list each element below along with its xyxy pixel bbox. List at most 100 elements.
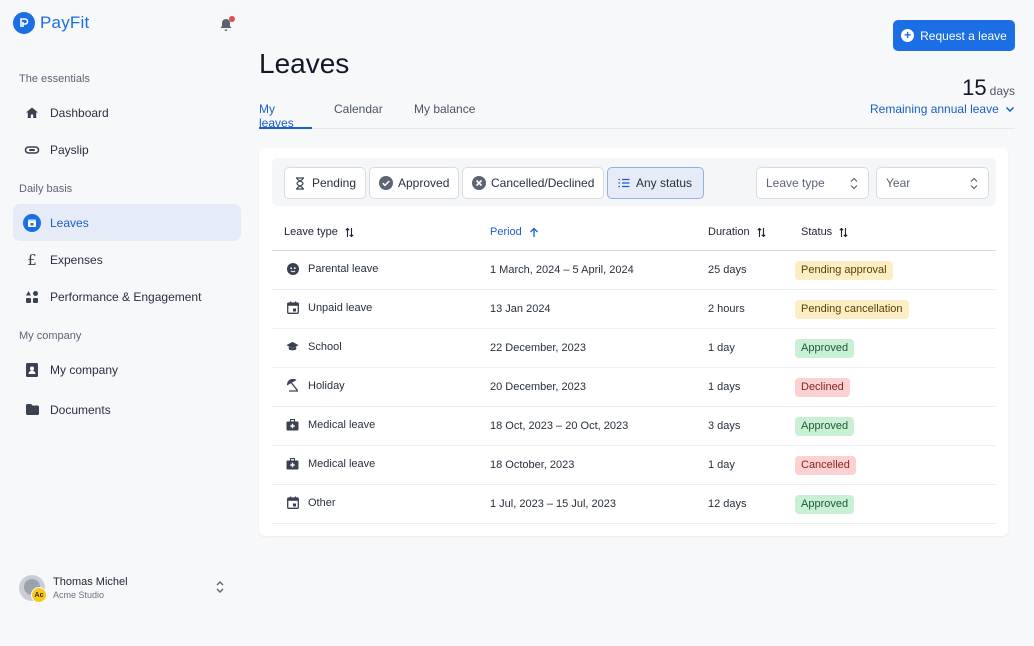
shapes-icon [23, 288, 41, 306]
leaves-card: Pending Approved Cancelled/Declined Any … [259, 148, 1008, 536]
contact-card-icon [23, 361, 41, 379]
table-row[interactable]: Other 1 Jul, 2023 – 15 Jul, 2023 12 days… [272, 485, 996, 524]
leave-type-select[interactable]: Leave type [756, 167, 869, 199]
table-row[interactable]: School 22 December, 2023 1 day Approved [272, 329, 996, 368]
chevron-up-down-icon [970, 177, 978, 190]
duration-text: 12 days [708, 498, 747, 510]
status-badge: Declined [795, 378, 850, 397]
payfit-logo-icon [13, 12, 35, 34]
duration-text: 25 days [708, 264, 747, 276]
duration-text: 1 day [708, 459, 735, 471]
arrow-up-icon [529, 227, 538, 237]
status-badge: Pending approval [795, 261, 893, 280]
balance-value: 15 [962, 75, 987, 100]
period-text: 18 Oct, 2023 – 20 Oct, 2023 [490, 420, 629, 432]
leave-type-text: Holiday [308, 379, 345, 392]
tab-calendar[interactable]: Calendar [334, 102, 383, 129]
column-leave-type[interactable]: Leave type [284, 226, 354, 238]
leave-balance: 15 days [962, 75, 1015, 101]
leave-type-text: Other [308, 496, 336, 509]
column-duration[interactable]: Duration [708, 226, 766, 238]
tab-my-balance[interactable]: My balance [414, 102, 475, 129]
pound-icon: £ [27, 250, 37, 269]
status-badge: Approved [795, 495, 855, 514]
duration-text: 1 days [708, 381, 741, 393]
status-badge: Pending cancellation [795, 300, 909, 319]
table-row[interactable]: Holiday 20 December, 2023 1 days Decline… [272, 368, 996, 407]
section-title-company: My company [19, 330, 82, 342]
section-title-essentials: The essentials [19, 73, 90, 85]
table-header: Leave type Period Duration Status [272, 215, 996, 251]
sidebar-item-payslip[interactable]: Payslip [13, 131, 241, 168]
balance-unit: days [989, 84, 1015, 98]
table-row[interactable]: Medical leave 18 October, 2023 1 day Can… [272, 446, 996, 485]
medical-kit-icon [286, 457, 299, 470]
home-icon [23, 104, 41, 122]
filter-pending-chip[interactable]: Pending [284, 167, 366, 199]
leave-type-text: Medical leave [308, 457, 376, 470]
list-icon [617, 176, 631, 190]
sort-icon [756, 227, 766, 237]
tabs: My leaves Calendar My balance [259, 102, 1015, 130]
sidebar-item-performance[interactable]: Performance & Engagement [13, 278, 241, 315]
column-status[interactable]: Status [801, 226, 848, 238]
period-text: 18 October, 2023 [490, 459, 575, 471]
duration-text: 1 day [708, 342, 735, 354]
company-badge: Ac [31, 587, 47, 603]
status-badge: Approved [795, 417, 855, 436]
filter-approved-chip[interactable]: Approved [369, 167, 459, 199]
status-badge: Approved [795, 339, 855, 358]
user-name: Thomas Michel [53, 576, 128, 588]
sort-icon [345, 227, 354, 237]
year-select[interactable]: Year [876, 167, 989, 199]
column-period[interactable]: Period [490, 226, 539, 238]
period-text: 22 December, 2023 [490, 342, 587, 354]
leave-type-text: Parental leave [308, 262, 379, 275]
plus-circle-icon: + [901, 29, 915, 42]
brand-logo[interactable]: PayFit [13, 12, 89, 34]
check-circle-icon [379, 176, 393, 190]
period-text: 20 December, 2023 [490, 381, 587, 393]
calendar-icon [286, 301, 299, 314]
tab-my-leaves[interactable]: My leaves [259, 102, 312, 130]
baby-icon [286, 262, 299, 275]
sidebar-item-my-company[interactable]: My company [13, 351, 241, 388]
sidebar-item-expenses[interactable]: £ Expenses [13, 241, 241, 278]
leave-type-text: School [308, 340, 342, 353]
avatar: Ac [19, 575, 47, 603]
chevron-up-down-icon[interactable] [215, 579, 225, 595]
table-row[interactable]: Parental leave 1 March, 2024 – 5 April, … [272, 251, 996, 290]
table-row[interactable]: Medical leave 18 Oct, 2023 – 20 Oct, 202… [272, 407, 996, 446]
sidebar-item-documents[interactable]: Documents [13, 391, 241, 428]
sidebar-item-dashboard[interactable]: Dashboard [13, 94, 241, 131]
table-row[interactable]: Unpaid leave 13 Jan 2024 2 hours Pending… [272, 290, 996, 329]
filter-any-status-chip[interactable]: Any status [607, 167, 704, 199]
duration-text: 2 hours [708, 303, 745, 315]
x-circle-icon [472, 176, 486, 190]
folder-icon [23, 401, 41, 419]
sidebar-item-leaves[interactable]: Leaves [13, 204, 241, 241]
graduation-cap-icon [286, 340, 299, 353]
sort-icon [839, 227, 848, 237]
sidebar: PayFit The essentials Dashboard Payslip … [0, 0, 250, 646]
leave-type-text: Medical leave [308, 418, 376, 431]
notification-dot [229, 16, 235, 22]
section-title-daily: Daily basis [19, 183, 73, 195]
payslip-icon [23, 141, 41, 159]
user-switcher[interactable]: Ac Thomas Michel Acme Studio [19, 573, 231, 603]
chevron-up-down-icon [850, 177, 858, 190]
beach-umbrella-icon [286, 379, 299, 392]
user-org: Acme Studio [53, 590, 105, 600]
calendar-icon [286, 496, 299, 509]
period-text: 13 Jan 2024 [490, 303, 551, 315]
hourglass-icon [294, 176, 307, 190]
page-title: Leaves [259, 48, 350, 79]
request-leave-button[interactable]: + Request a leave [893, 20, 1015, 51]
filter-bar: Pending Approved Cancelled/Declined Any … [272, 158, 996, 206]
period-text: 1 Jul, 2023 – 15 Jul, 2023 [490, 498, 616, 510]
calendar-icon [23, 213, 41, 232]
filter-cancelled-declined-chip[interactable]: Cancelled/Declined [462, 167, 604, 199]
medical-kit-icon [286, 418, 299, 431]
status-badge: Cancelled [795, 456, 856, 475]
leave-type-text: Unpaid leave [308, 301, 373, 314]
